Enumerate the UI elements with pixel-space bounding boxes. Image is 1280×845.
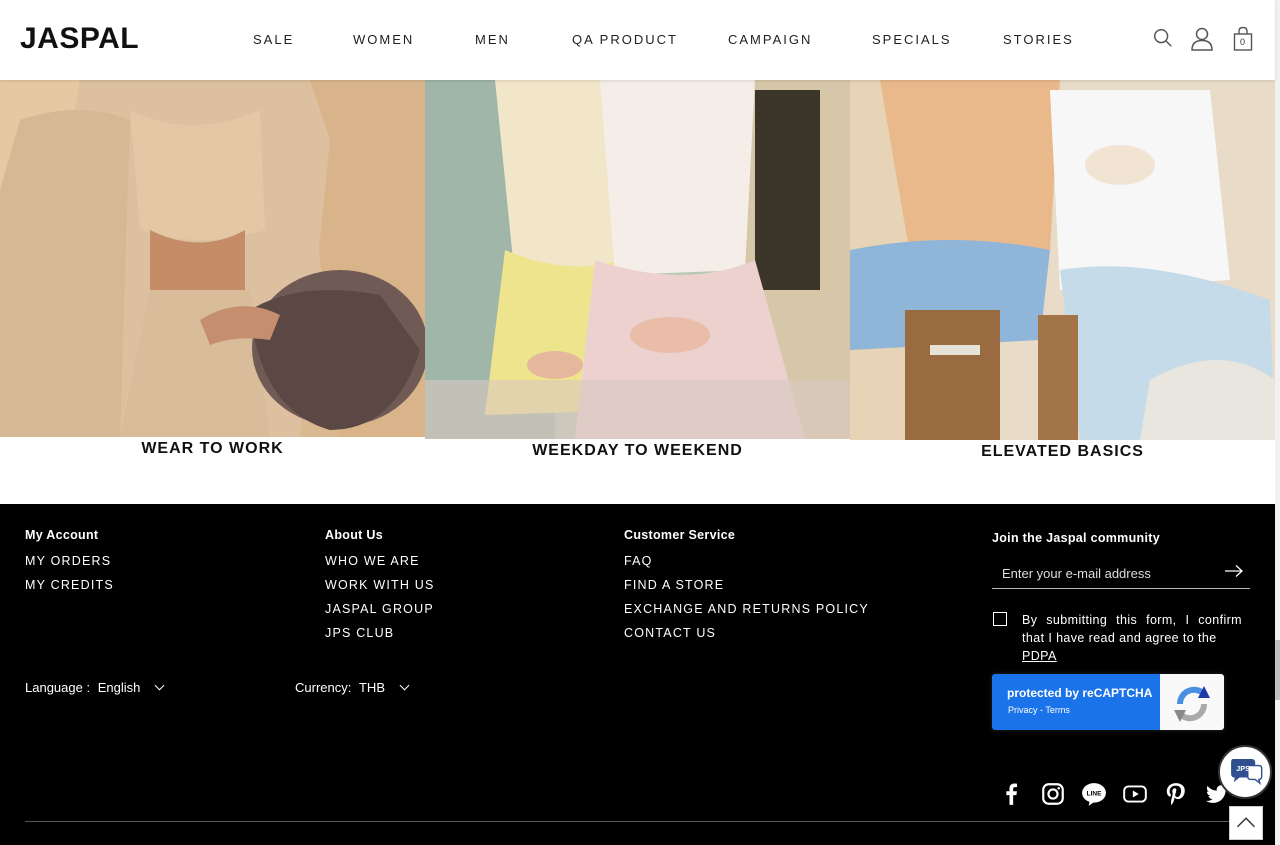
language-selector[interactable]: Language : English <box>25 680 165 695</box>
footer-link-work-with-us[interactable]: WORK WITH US <box>325 578 435 592</box>
currency-label: Currency: <box>295 680 352 695</box>
chat-badge-label: JPS <box>1236 764 1250 773</box>
facebook-icon[interactable] <box>998 781 1024 807</box>
newsletter-title: Join the Jaspal community <box>992 531 1160 545</box>
site-header: JASPAL SALE WOMEN MEN QA PRODUCT CAMPAIG… <box>0 0 1275 80</box>
nav-sale[interactable]: SALE <box>253 32 294 47</box>
currency-selector[interactable]: Currency: THB <box>295 680 410 695</box>
language-value: English <box>97 680 141 695</box>
weekday-to-weekend-photo <box>425 80 850 439</box>
tile-caption-weekday-to-weekend[interactable]: WEEKDAY TO WEEKEND <box>425 442 850 460</box>
footer-link-exchange-returns[interactable]: EXCHANGE AND RETURNS POLICY <box>624 602 869 616</box>
instagram-icon[interactable] <box>1040 781 1066 807</box>
chevron-down-icon <box>399 680 410 691</box>
recaptcha-links[interactable]: Privacy - Terms <box>1008 705 1070 715</box>
nav-stories[interactable]: STORIES <box>1003 32 1074 47</box>
footer-link-jaspal-group[interactable]: JASPAL GROUP <box>325 602 434 616</box>
footer-link-my-credits[interactable]: MY CREDITS <box>25 578 114 592</box>
currency-value: THB <box>358 680 385 695</box>
footer-link-find-a-store[interactable]: FIND A STORE <box>624 578 724 592</box>
youtube-icon[interactable] <box>1122 781 1148 807</box>
wear-to-work-photo <box>0 80 425 437</box>
line-icon[interactable]: LINE <box>1081 781 1107 807</box>
elevated-basics-photo <box>850 80 1275 440</box>
consent-checkbox[interactable] <box>993 612 1007 626</box>
pinterest-icon[interactable] <box>1163 781 1189 807</box>
language-label: Language : <box>25 680 91 695</box>
chevron-down-icon <box>154 680 165 691</box>
main-nav: SALE WOMEN MEN QA PRODUCT CAMPAIGN SPECI… <box>0 32 1275 48</box>
account-icon[interactable] <box>1190 26 1214 52</box>
footer-title-my-account: My Account <box>25 528 99 542</box>
nav-qa-product[interactable]: QA PRODUCT <box>572 32 678 47</box>
footer-divider <box>25 821 1250 822</box>
product-tile-wear-to-work[interactable] <box>0 80 425 437</box>
nav-men[interactable]: MEN <box>475 32 510 47</box>
recaptcha-logo-icon <box>1160 674 1224 730</box>
search-icon[interactable] <box>1152 27 1174 49</box>
recaptcha-badge[interactable]: protected by reCAPTCHA Privacy - Terms <box>992 674 1224 730</box>
svg-text:LINE: LINE <box>1087 791 1102 798</box>
footer-link-faq[interactable]: FAQ <box>624 554 653 568</box>
footer-link-jps-club[interactable]: JPS CLUB <box>325 626 394 640</box>
nav-women[interactable]: WOMEN <box>353 32 414 47</box>
footer-link-my-orders[interactable]: MY ORDERS <box>25 554 111 568</box>
tile-caption-elevated-basics[interactable]: ELEVATED BASICS <box>850 443 1275 461</box>
cart-icon[interactable]: 0 <box>1233 26 1253 52</box>
email-input[interactable] <box>992 561 1212 585</box>
tile-caption-wear-to-work[interactable]: WEAR TO WORK <box>0 440 425 458</box>
nav-specials[interactable]: SPECIALS <box>872 32 952 47</box>
submit-arrow-icon[interactable] <box>1224 564 1244 578</box>
back-to-top-button[interactable] <box>1229 806 1263 840</box>
recaptcha-title: protected by reCAPTCHA <box>1007 686 1153 700</box>
footer-link-contact-us[interactable]: CONTACT US <box>624 626 716 640</box>
scrollbar-thumb[interactable] <box>1275 640 1280 700</box>
chat-bubble-icon[interactable]: JPS <box>1218 745 1272 799</box>
newsletter-form <box>992 555 1250 589</box>
product-tile-elevated-basics[interactable] <box>850 80 1275 440</box>
pdpa-link[interactable]: PDPA <box>1022 649 1057 663</box>
cart-count: 0 <box>1240 37 1246 47</box>
footer-link-who-we-are[interactable]: WHO WE ARE <box>325 554 420 568</box>
consent-text: By submitting this form, I confirm that … <box>1022 611 1242 665</box>
footer-title-about-us: About Us <box>325 528 383 542</box>
consent-label: By submitting this form, I confirm that … <box>1022 613 1242 645</box>
nav-campaign[interactable]: CAMPAIGN <box>728 32 812 47</box>
page-scrollbar[interactable] <box>1275 0 1280 845</box>
product-tile-weekday-to-weekend[interactable] <box>425 80 850 439</box>
footer-title-customer-service: Customer Service <box>624 528 736 542</box>
